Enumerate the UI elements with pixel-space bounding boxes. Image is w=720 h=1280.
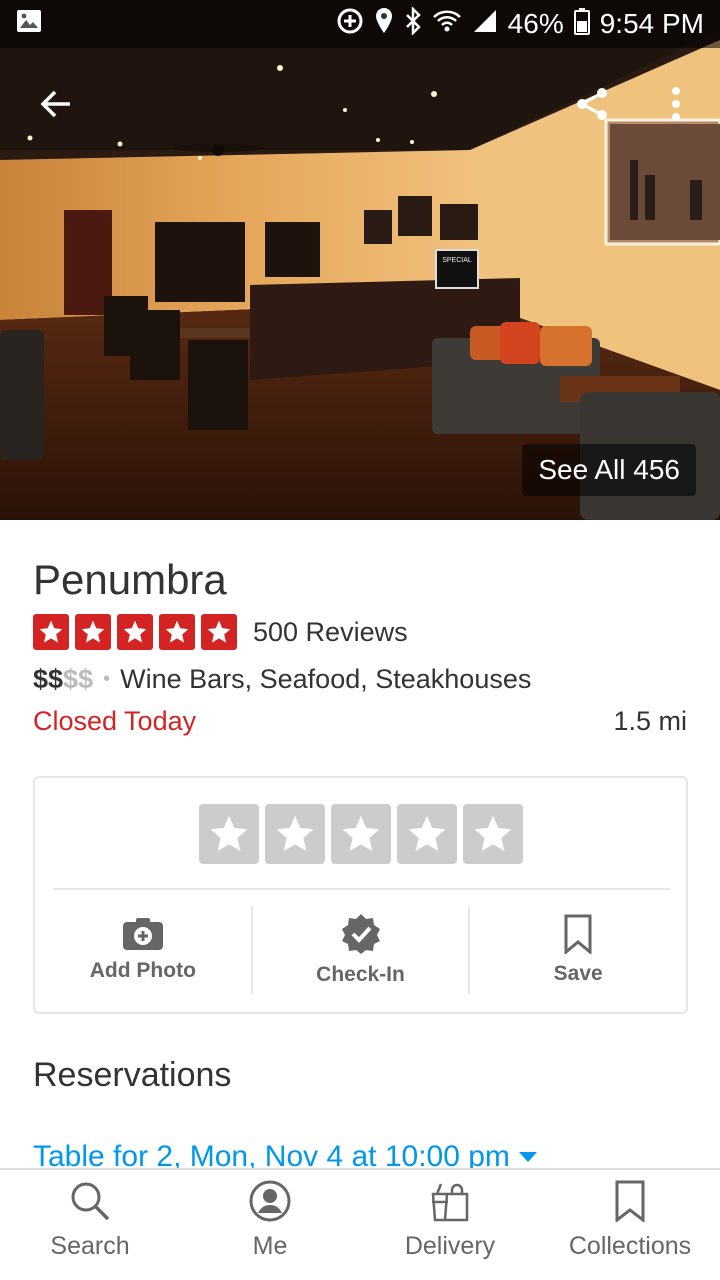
signal-icon <box>472 8 498 41</box>
data-saver-icon <box>336 7 364 42</box>
check-in-label: Check-In <box>316 963 405 986</box>
price-level-inactive: $$ <box>63 664 94 694</box>
nav-delivery[interactable]: Delivery <box>360 1170 540 1280</box>
save-button[interactable]: Save <box>468 906 686 994</box>
nav-me[interactable]: Me <box>180 1170 360 1280</box>
nav-search-label: Search <box>50 1232 130 1260</box>
delivery-bag-icon <box>431 1183 469 1222</box>
battery-percent: 46% <box>507 8 564 39</box>
more-vertical-icon <box>672 87 680 121</box>
camera-add-icon <box>122 918 163 950</box>
rate-star-icon[interactable] <box>199 804 259 864</box>
rating-row[interactable]: 500 Reviews <box>33 614 408 650</box>
nav-search[interactable]: Search <box>0 1170 180 1280</box>
nav-collections[interactable]: Collections <box>540 1170 720 1280</box>
reservations-heading: Reservations <box>33 1056 232 1094</box>
nav-collections-label: Collections <box>568 1232 692 1260</box>
distance: 1.5 mi <box>613 706 687 736</box>
nav-delivery-label: Delivery <box>404 1232 496 1260</box>
star-icon <box>159 614 195 650</box>
rate-star-icon[interactable] <box>265 804 325 864</box>
write-review-stars[interactable] <box>199 804 523 864</box>
bluetooth-icon <box>404 5 422 42</box>
caret-down-icon <box>518 1152 537 1162</box>
rate-star-icon[interactable] <box>463 804 523 864</box>
arrow-left-icon <box>40 90 70 118</box>
card-divider <box>53 888 670 890</box>
wifi-icon <box>432 8 462 41</box>
business-categories: Wine Bars, Seafood, Steakhouses <box>120 664 532 694</box>
star-icon <box>117 614 153 650</box>
star-icon <box>201 614 237 650</box>
add-photo-label: Add Photo <box>89 959 196 982</box>
save-label: Save <box>553 962 603 985</box>
price-level-active: $$ <box>33 664 64 694</box>
bookmark-icon <box>564 914 592 954</box>
share-button[interactable] <box>564 76 620 132</box>
star-icon <box>33 614 69 650</box>
business-meta: $$ $$ • Wine Bars, Seafood, Steakhouses <box>33 664 531 695</box>
hours-status[interactable]: Closed Today <box>33 706 196 737</box>
collections-bookmark-icon <box>615 1180 645 1222</box>
meta-separator: • <box>103 668 111 690</box>
review-count[interactable]: 500 Reviews <box>253 617 408 648</box>
clock: 9:54 PM <box>599 8 704 39</box>
specials-sign-text: SPECIAL <box>442 257 472 264</box>
battery-icon <box>573 7 590 42</box>
rating-stars <box>33 614 237 650</box>
check-in-button[interactable]: Check-In <box>250 906 469 994</box>
rate-star-icon[interactable] <box>331 804 391 864</box>
search-icon <box>71 1182 110 1221</box>
business-name: Penumbra <box>33 556 227 603</box>
add-photo-button[interactable]: Add Photo <box>35 906 251 994</box>
user-profile-icon <box>249 1180 291 1222</box>
check-in-badge-icon <box>341 914 380 954</box>
bottom-navigation: Search Me Delivery Collections <box>0 1168 720 1280</box>
action-card: Add Photo Check-In Save <box>33 776 688 1014</box>
more-options-button[interactable] <box>648 76 704 132</box>
share-icon <box>577 88 607 120</box>
gallery-notification-icon <box>16 8 42 41</box>
status-bar: 46% 9:54 PM <box>0 0 720 48</box>
star-icon <box>75 614 111 650</box>
hero-photo[interactable]: SPECIAL 46% 9:54 PM See All 456 <box>0 0 720 520</box>
location-icon <box>374 7 394 42</box>
rate-star-icon[interactable] <box>397 804 457 864</box>
see-all-photos-button[interactable]: See All 456 <box>522 444 696 496</box>
back-button[interactable] <box>28 76 84 132</box>
nav-me-label: Me <box>252 1232 288 1260</box>
